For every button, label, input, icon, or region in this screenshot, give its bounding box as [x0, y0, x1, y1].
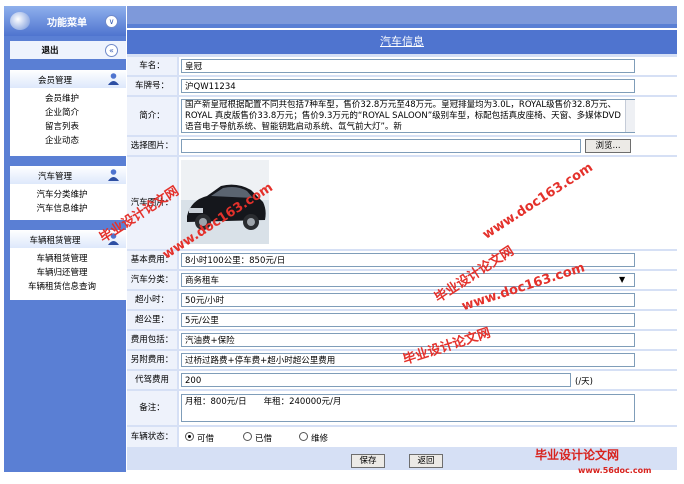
sidebar-header: 功能菜单 ∨: [4, 6, 126, 36]
name-cell: 皇冠: [179, 57, 677, 75]
menu-item-car-category[interactable]: 汽车分类维护: [10, 188, 114, 200]
status-rented-label: 已借: [255, 434, 273, 444]
driver-label: 代驾费用: [127, 371, 177, 389]
overtime-cell: 50元/小时: [179, 291, 677, 309]
back-button[interactable]: 返回: [409, 454, 443, 468]
menu-group-car: 汽车管理 汽车分类维护 汽车信息维护: [10, 166, 126, 220]
overkm-label: 超公里：: [127, 311, 177, 329]
status-cell: 可借 已借 维修: [179, 427, 677, 447]
status-available-radio[interactable]: [185, 432, 194, 441]
menu-item-message-list[interactable]: 留言列表: [10, 120, 114, 132]
top-bar: [127, 6, 677, 24]
status-rented-radio[interactable]: [243, 432, 252, 441]
overkm-input[interactable]: 5元/公里: [181, 313, 635, 327]
image-label: 选择图片：: [127, 137, 177, 155]
plate-input[interactable]: 沪QW11234: [181, 79, 635, 93]
menu-group-member: 会员管理 会员维护 企业简介 留言列表 企业动态: [10, 70, 126, 156]
status-repair-label: 维修: [311, 434, 329, 444]
name-label: 车名：: [127, 57, 177, 75]
row-overkm: 超公里： 5元/公里: [127, 311, 677, 329]
intro-cell: 国产新皇冠根据配置不同共包括7种车型，售价32.8万元至48万元。皇冠排量均为3…: [179, 97, 677, 135]
overtime-input[interactable]: 50元/小时: [181, 293, 635, 307]
user-icon: [108, 73, 119, 85]
row-includes: 费用包括： 汽油费+保险: [127, 331, 677, 349]
menu-item-car-info[interactable]: 汽车信息维护: [10, 202, 114, 214]
remark-label: 备注：: [127, 391, 177, 425]
row-image: 选择图片： 浏览...: [127, 137, 677, 155]
status-label: 车辆状态：: [127, 427, 177, 447]
menu-group-title[interactable]: 汽车管理: [10, 170, 100, 182]
row-driver: 代驾费用 200 (/天): [127, 371, 677, 389]
row-plate: 车牌号： 沪QW11234: [127, 77, 677, 95]
row-intro: 简介： 国产新皇冠根据配置不同共包括7种车型，售价32.8万元至48万元。皇冠排…: [127, 97, 677, 135]
user-icon: [108, 169, 119, 181]
status-repair-radio[interactable]: [299, 432, 308, 441]
intro-textarea[interactable]: 国产新皇冠根据配置不同共包括7种车型，售价32.8万元至48万元。皇冠排量均为3…: [181, 99, 635, 133]
menu-item-company-intro[interactable]: 企业简介: [10, 106, 114, 118]
menu-logo-icon: [10, 12, 30, 30]
intro-label: 简介：: [127, 97, 177, 135]
menu-item-rental-manage[interactable]: 车辆租赁管理: [10, 252, 114, 264]
base-fee-cell: 8小时100公里：850元/日: [179, 251, 677, 269]
status-available-label: 可借: [197, 434, 215, 444]
form-title: 汽车信息: [127, 30, 677, 54]
driver-fee-input[interactable]: 200: [181, 373, 571, 387]
car-name-input[interactable]: 皇冠: [181, 59, 635, 73]
chevron-down-icon[interactable]: ▼: [619, 275, 625, 284]
car-info-form: 汽车信息 车名： 皇冠 车牌号： 沪QW11234 简介： 国产新皇冠根据配置不…: [127, 30, 677, 470]
collapse-menu-icon[interactable]: ∨: [105, 15, 118, 28]
row-overtime: 超小时： 50元/小时: [127, 291, 677, 309]
row-name: 车名： 皇冠: [127, 57, 677, 75]
sidebar-title: 功能菜单: [47, 18, 87, 29]
row-remark: 备注： 月租：800元/日 年租：240000元/月: [127, 391, 677, 425]
browse-button[interactable]: 浏览...: [585, 139, 631, 153]
menu-group-title[interactable]: 会员管理: [10, 74, 100, 86]
plate-cell: 沪QW11234: [179, 77, 677, 95]
menu-group-header: 会员管理: [10, 70, 126, 88]
category-label: 汽车分类：: [127, 271, 177, 289]
menu-item-member-maintain[interactable]: 会员维护: [10, 92, 114, 104]
driver-unit: (/天): [575, 377, 593, 387]
overtime-label: 超小时：: [127, 291, 177, 309]
remark-textarea[interactable]: 月租：800元/日 年租：240000元/月: [181, 394, 635, 422]
logout-link[interactable]: 退出: [10, 44, 90, 56]
hide-sidebar-icon[interactable]: «: [105, 44, 118, 57]
extra-label: 另附费用：: [127, 351, 177, 369]
intro-scrollbar[interactable]: [625, 100, 635, 132]
includes-label: 费用包括：: [127, 331, 177, 349]
category-cell: 商务租车 ▼: [179, 271, 677, 289]
save-button[interactable]: 保存: [351, 454, 385, 468]
row-base-fee: 基本费用： 8小时100公里：850元/日: [127, 251, 677, 269]
top-bar-divider: [127, 24, 677, 28]
watermark-logo-url: www.56doc.com: [578, 466, 652, 475]
remark-cell: 月租：800元/日 年租：240000元/月: [179, 391, 677, 425]
includes-input[interactable]: 汽油费+保险: [181, 333, 635, 347]
menu-group-header: 汽车管理: [10, 166, 126, 184]
menu-item-rental-query[interactable]: 车辆租赁信息查询: [10, 280, 114, 292]
image-path-input[interactable]: [181, 139, 581, 153]
image-cell: 浏览...: [179, 137, 677, 155]
menu-group-title[interactable]: 车辆租赁管理: [10, 234, 100, 246]
menu-item-return-manage[interactable]: 车辆归还管理: [10, 266, 114, 278]
driver-cell: 200 (/天): [179, 371, 677, 389]
plate-label: 车牌号：: [127, 77, 177, 95]
menu-item-company-news[interactable]: 企业动态: [10, 134, 114, 146]
overkm-cell: 5元/公里: [179, 311, 677, 329]
watermark-logo-text: 毕业设计论文网: [535, 448, 620, 462]
row-category: 汽车分类： 商务租车 ▼: [127, 271, 677, 289]
logout-bar: 退出 «: [10, 41, 126, 59]
row-status: 车辆状态： 可借 已借 维修: [127, 427, 677, 447]
